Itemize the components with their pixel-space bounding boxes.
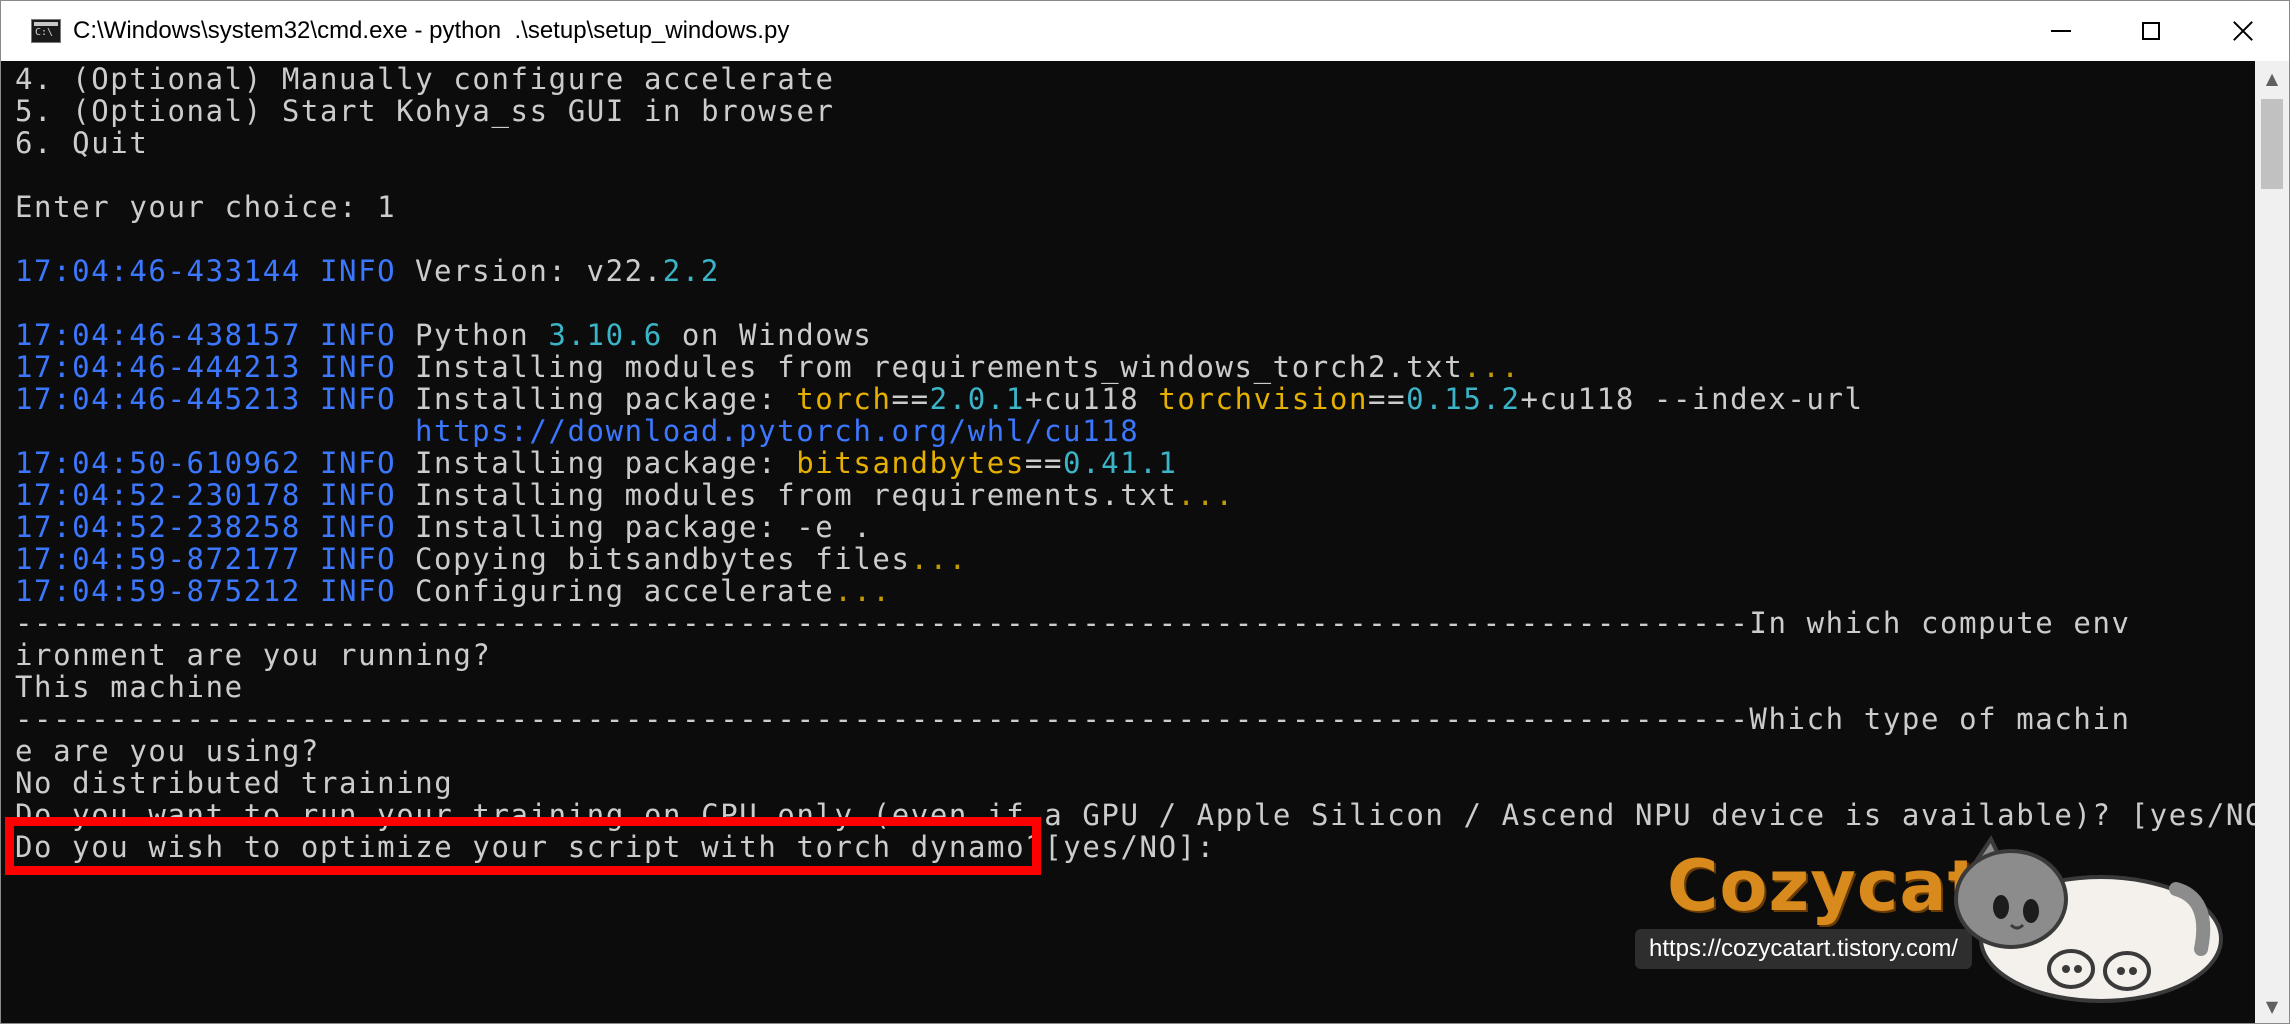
log-message-segment: ...: [834, 574, 892, 608]
log-message-segment: torch: [796, 382, 892, 416]
cmd-window: C:\Windows\system32\cmd.exe - python .\s…: [0, 0, 2290, 1024]
question-machine-type-cont: e are you using?: [15, 734, 320, 768]
minimize-icon: [2051, 30, 2071, 32]
log-level: INFO: [319, 574, 397, 608]
log-message-segment: ...: [910, 542, 968, 576]
log-message-segment: ==: [1024, 446, 1064, 480]
close-button[interactable]: [2197, 1, 2289, 61]
log-timestamp: 17:04:46-445213: [15, 382, 320, 416]
menu-line-5: 5. (Optional) Start Kohya_ss GUI in brow…: [15, 94, 835, 128]
log-message-segment: 3.10.6: [548, 318, 663, 352]
vertical-scrollbar[interactable]: ▲ ▼: [2255, 61, 2289, 1023]
log-message: Installing package: torch==2.0.1+cu118 t…: [415, 383, 1864, 415]
log-message-segment: 2.0.1: [929, 382, 1025, 416]
log-timestamp: 17:04:52-230178: [15, 478, 320, 512]
log-message-segment: 2.2: [662, 254, 720, 288]
minimize-button[interactable]: [2015, 1, 2107, 61]
title-bar[interactable]: C:\Windows\system32\cmd.exe - python .\s…: [1, 1, 2289, 61]
log-message: Installing modules from requirements_win…: [415, 351, 1520, 383]
highlight-box: [5, 817, 1041, 875]
maximize-icon: [2142, 22, 2160, 40]
log-timestamp: 17:04:52-238258: [15, 510, 320, 544]
log-message: Installing modules from requirements.txt…: [415, 479, 1235, 511]
maximize-button[interactable]: [2105, 1, 2197, 61]
log-message-segment: +cu118: [1024, 382, 1159, 416]
log-message: Installing package: -e .: [415, 511, 872, 543]
watermark-url: https://cozycatart.tistory.com/: [1635, 929, 1972, 969]
log-level: INFO: [319, 510, 397, 544]
log-message: Installing package: bitsandbytes==0.41.1: [415, 447, 1177, 479]
log-level: INFO: [319, 478, 397, 512]
log-message-segment: Installing package: -e .: [415, 510, 873, 544]
log-message-segment: Version: v22.: [415, 254, 663, 288]
log-message-segment: torchvision: [1158, 382, 1369, 416]
log-message-segment: +cu118 --index-url: [1520, 382, 1864, 416]
close-icon: [2232, 20, 2254, 42]
log-message-segment: ...: [1463, 350, 1521, 384]
log-line: 17:04:46-438157 INFO Python 3.10.6 on Win…: [15, 319, 2255, 351]
log-level: INFO: [319, 254, 397, 288]
log-message-segment: Installing modules from requirements.txt: [415, 478, 1178, 512]
log-line: 17:04:59-872177 INFO Copying bitsandbytes…: [15, 543, 2255, 575]
log-line: 17:04:46-433144 INFO Version: v22.2.2: [15, 255, 2255, 287]
log-message-segment: Copying bitsandbytes files: [415, 542, 911, 576]
log-message-segment: ...: [1177, 478, 1235, 512]
window-title: C:\Windows\system32\cmd.exe - python .\s…: [73, 17, 790, 44]
choice-prompt: Enter your choice: 1: [15, 190, 397, 224]
log-line: 17:04:52-230178 INFO Installing modules f…: [15, 479, 2255, 511]
log-message: Configuring accelerate...: [415, 575, 892, 607]
log-message-segment: 0.41.1: [1063, 446, 1178, 480]
log-level: INFO: [319, 318, 397, 352]
menu-line-6: 6. Quit: [15, 126, 149, 160]
scroll-up-icon[interactable]: ▲: [2255, 61, 2289, 95]
log-line: https://download.pytorch.org/whl/cu118: [15, 415, 2255, 447]
log-level: INFO: [319, 446, 397, 480]
log-level: INFO: [319, 350, 397, 384]
log-message-segment: bitsandbytes: [796, 446, 1025, 480]
log-timestamp: 17:04:59-872177: [15, 542, 320, 576]
log-timestamp: 17:04:46-444213: [15, 350, 320, 384]
answer-compute-env: This machine: [15, 670, 244, 704]
log-timestamp: 17:04:46-438157: [15, 318, 320, 352]
log-message-segment: 0.15.2: [1406, 382, 1521, 416]
log-line: 17:04:52-238258 INFO Installing package: …: [15, 511, 2255, 543]
scroll-down-icon[interactable]: ▼: [2255, 989, 2289, 1023]
log-message-segment: https://download.pytorch.org/whl/cu118: [415, 414, 1140, 448]
divider-machine-type: ----------------------------------------…: [15, 702, 2131, 736]
question-compute-env-cont: ironment are you running?: [15, 638, 492, 672]
log-line: 17:04:59-875212 INFO Configuring accelera…: [15, 575, 2255, 607]
log-message-segment: on Windows: [662, 318, 873, 352]
log-level: INFO: [319, 542, 397, 576]
log-message-segment: Installing package:: [415, 382, 797, 416]
divider-compute-env: ----------------------------------------…: [15, 606, 2131, 640]
log-message: Copying bitsandbytes files...: [415, 543, 968, 575]
log-message-segment: Installing modules from requirements_win…: [415, 350, 1464, 384]
log-timestamp: 17:04:50-610962: [15, 446, 320, 480]
log-message: https://download.pytorch.org/whl/cu118: [415, 415, 1139, 447]
log-message: Version: v22.2.2: [415, 255, 720, 287]
log-line: 17:04:46-445213 INFO Installing package: …: [15, 383, 2255, 415]
log-message-segment: Configuring accelerate: [415, 574, 835, 608]
cat-illustration-icon: [1954, 834, 2223, 1003]
log-message-segment: Python: [415, 318, 549, 352]
log-message-segment: ==: [1368, 382, 1407, 416]
log-timestamp: 17:04:59-875212: [15, 574, 320, 608]
log-timestamp: 17:04:46-433144: [15, 254, 320, 288]
log-message-segment: ==: [891, 382, 930, 416]
log-message-segment: Installing package:: [415, 446, 797, 480]
cmd-app-icon[interactable]: [31, 19, 61, 43]
scroll-thumb[interactable]: [2261, 99, 2283, 189]
log-line: 17:04:46-444213 INFO Installing modules f…: [15, 351, 2255, 383]
log-message: Python 3.10.6 on Windows: [415, 319, 872, 351]
menu-line-4: 4. (Optional) Manually configure acceler…: [15, 63, 835, 96]
log-line: 17:04:50-610962 INFO Installing package: …: [15, 447, 2255, 479]
watermark: Cozycat https://cozycatart.tistory.com/: [1631, 833, 2251, 1013]
log-level: INFO: [319, 382, 397, 416]
answer-machine-type: No distributed training: [15, 766, 454, 800]
